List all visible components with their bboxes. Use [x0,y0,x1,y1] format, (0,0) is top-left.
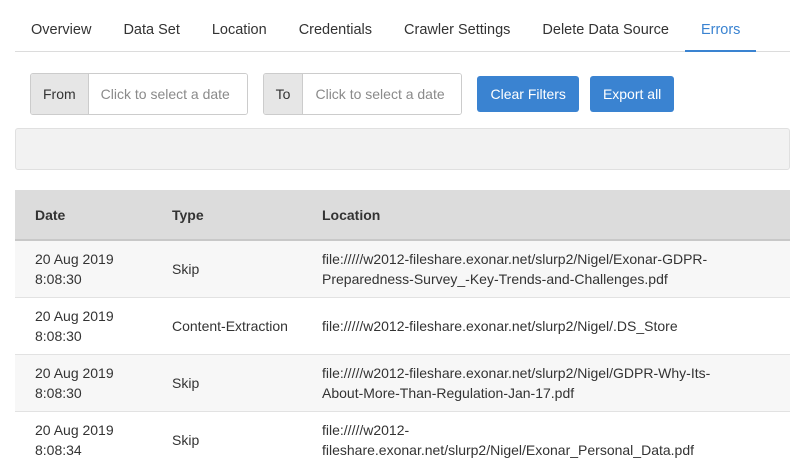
from-label: From [31,74,89,114]
header-date[interactable]: Date [15,190,152,241]
row-time: 8:08:30 [35,328,82,344]
export-all-button[interactable]: Export all [589,76,675,112]
tab-crawler-settings[interactable]: Crawler Settings [388,0,526,52]
row-type: Skip [152,411,302,467]
row-location-line1: file://///w2012-fileshare.exonar.net/slu… [322,365,711,381]
row-location-line2: About-More-Than-Regulation-Jan-17.pdf [322,385,575,401]
active-filters-bar [15,128,790,170]
tab-location[interactable]: Location [196,0,283,52]
row-date: 20 Aug 2019 [35,422,114,438]
row-date-cell: 20 Aug 2019 8:08:34 [15,411,152,467]
tab-data-set[interactable]: Data Set [107,0,195,52]
row-location-line1: file://///w2012-fileshare.exonar.net/slu… [322,318,678,334]
row-time: 8:08:34 [35,442,82,458]
errors-table: Date Type Location 20 Aug 2019 8:08:30 Sk… [15,190,790,467]
row-date: 20 Aug 2019 [35,251,114,267]
row-time: 8:08:30 [35,271,82,287]
clear-filters-button[interactable]: Clear Filters [477,76,579,112]
row-date: 20 Aug 2019 [35,365,114,381]
row-date-cell: 20 Aug 2019 8:08:30 [15,240,152,298]
tab-overview[interactable]: Overview [15,0,107,52]
row-location-cell: file://///w2012-fileshare.exonar.net/slu… [302,354,790,412]
table-header-row: Date Type Location [15,190,790,241]
tab-credentials[interactable]: Credentials [283,0,388,52]
tab-delete-data-source[interactable]: Delete Data Source [526,0,685,52]
row-date-cell: 20 Aug 2019 8:08:30 [15,297,152,355]
to-date-input[interactable] [303,74,462,114]
to-date-group: To [262,73,463,115]
row-location-line2: Preparedness-Survey_-Key-Trends-and-Chal… [322,271,668,287]
tab-bar: Overview Data Set Location Credentials C… [15,0,790,52]
row-location-cell: file://///w2012- fileshare.exonar.net/slu… [302,411,790,467]
row-location-line2: fileshare.exonar.net/slurp2/Nigel/Exonar… [322,442,695,458]
row-location-line1: file://///w2012- [322,422,410,438]
from-date-group: From [30,73,248,115]
table-row: 20 Aug 2019 8:08:30 Content-Extraction fi… [15,297,790,355]
table-row: 20 Aug 2019 8:08:30 Skip file://///w2012-… [15,240,790,298]
row-date-cell: 20 Aug 2019 8:08:30 [15,354,152,412]
tab-errors[interactable]: Errors [684,0,757,52]
table-row: 20 Aug 2019 8:08:30 Skip file://///w2012-… [15,354,790,412]
row-type: Skip [152,354,302,412]
filter-controls: From To Clear Filters Export all [30,73,675,115]
from-date-input[interactable] [88,74,247,114]
row-location-cell: file://///w2012-fileshare.exonar.net/slu… [302,297,790,355]
row-type: Skip [152,240,302,298]
row-time: 8:08:30 [35,385,82,401]
row-type: Content-Extraction [152,297,302,355]
to-label: To [263,74,304,114]
row-location-line1: file://///w2012-fileshare.exonar.net/slu… [322,251,708,267]
row-location-cell: file://///w2012-fileshare.exonar.net/slu… [302,240,790,298]
row-date: 20 Aug 2019 [35,308,114,324]
header-location[interactable]: Location [302,190,790,241]
table-row: 20 Aug 2019 8:08:34 Skip file://///w2012-… [15,411,790,467]
header-type[interactable]: Type [152,190,302,241]
